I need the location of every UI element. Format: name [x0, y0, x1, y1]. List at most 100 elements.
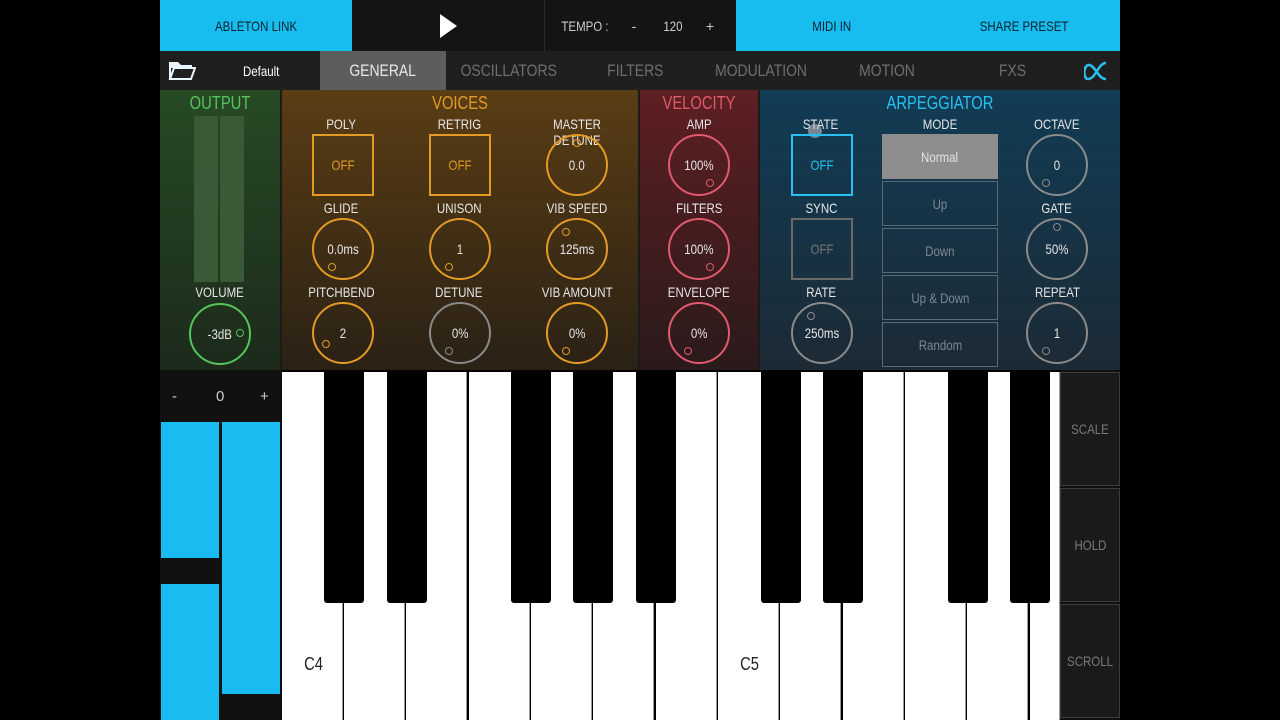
note-label-c4: C4 [304, 654, 323, 674]
vib-amount-knob[interactable]: 0% [546, 302, 608, 364]
vib-speed-knob[interactable]: 125ms [546, 218, 608, 280]
vib-amount-label: VIB AMOUNT [541, 284, 613, 300]
octave-down-button[interactable]: - [172, 388, 177, 405]
arp-state-toggle[interactable]: OFF [791, 134, 853, 196]
ableton-link-button[interactable]: ABLETON LINK [160, 0, 352, 51]
play-button[interactable] [352, 0, 544, 51]
mode-down-button[interactable]: Down [882, 228, 998, 273]
black-key-cs4[interactable] [324, 370, 364, 603]
scale-button[interactable]: SCALE [1060, 372, 1120, 486]
black-key-as4[interactable] [636, 370, 676, 603]
output-meter-right [220, 116, 244, 282]
pitch-wheel-upper[interactable] [161, 422, 219, 558]
tab-modulation[interactable]: MODULATION [698, 51, 824, 90]
velocity-filters-indicator [706, 263, 714, 271]
glide-knob[interactable]: 0.0ms [312, 218, 374, 280]
repeat-label: REPEAT [1034, 284, 1080, 300]
arp-sync-toggle[interactable]: OFF [791, 218, 853, 280]
tempo-label: TEMPO : [561, 17, 609, 34]
vib-speed-indicator [562, 228, 570, 236]
volume-label: VOLUME [195, 284, 245, 300]
unison-knob[interactable]: 1 [429, 218, 491, 280]
sync-label: SYNC [805, 200, 837, 216]
tab-filters[interactable]: FILTERS [572, 51, 698, 90]
black-key-fs5[interactable] [948, 370, 988, 603]
tempo-increase-button[interactable]: + [704, 18, 716, 34]
voices-panel: VOICES POLY OFF RETRIG OFF MASTER DETUNE… [282, 90, 638, 370]
unison-label: UNISON [436, 200, 482, 216]
amp-indicator [706, 179, 714, 187]
output-panel: OUTPUT VOLUME -3dB [160, 90, 280, 370]
gate-indicator [1053, 223, 1061, 231]
pitchbend-label: PITCHBEND [307, 284, 375, 300]
black-key-fs4[interactable] [511, 370, 551, 603]
black-key-cs5[interactable] [761, 370, 801, 603]
share-preset-button[interactable]: SHARE PRESET [928, 0, 1120, 51]
ableton-link-label: ABLETON LINK [214, 17, 298, 34]
piano-keyboard: C4 C5 [282, 370, 1060, 720]
black-key-ds4[interactable] [387, 370, 427, 603]
octave-up-button[interactable]: + [260, 388, 269, 405]
share-preset-label: SHARE PRESET [979, 17, 1069, 34]
mode-random-button[interactable]: Random [882, 322, 998, 367]
gate-label: GATE [1041, 200, 1073, 216]
vib-amount-indicator [562, 347, 570, 355]
arpeggiator-title: ARPEGGIATOR [886, 93, 994, 113]
velocity-title: VELOCITY [662, 93, 736, 113]
poly-toggle[interactable]: OFF [312, 134, 374, 196]
vib-speed-label: VIB SPEED [546, 200, 608, 216]
scroll-button[interactable]: SCROLL [1060, 604, 1120, 718]
keyboard-side-buttons: SCALE HOLD SCROLL [1060, 370, 1120, 720]
mode-up-button[interactable]: Up [882, 181, 998, 226]
play-icon [440, 13, 457, 38]
amp-knob[interactable]: 100% [668, 134, 730, 196]
pitchbend-indicator [322, 340, 330, 348]
app-logo-icon[interactable] [1084, 59, 1110, 83]
velocity-filters-knob[interactable]: 100% [668, 218, 730, 280]
rate-knob[interactable]: 250ms [791, 302, 853, 364]
retrig-toggle[interactable]: OFF [429, 134, 491, 196]
glide-label: GLIDE [323, 200, 359, 216]
volume-value: -3dB [207, 326, 233, 342]
tab-fxs[interactable]: FXS [950, 51, 1076, 90]
gate-knob[interactable]: 50% [1026, 218, 1088, 280]
hold-button[interactable]: HOLD [1060, 488, 1120, 602]
tab-motion[interactable]: MOTION [824, 51, 950, 90]
volume-knob-indicator [236, 329, 244, 337]
volume-knob[interactable]: -3dB [189, 303, 251, 365]
tempo-control: TEMPO : - 120 + [544, 0, 736, 51]
mode-normal-button[interactable]: Normal [882, 134, 998, 179]
glide-indicator [328, 263, 336, 271]
preset-name[interactable]: Default [220, 51, 302, 90]
detune-indicator [445, 347, 453, 355]
octave-knob[interactable]: 0 [1026, 134, 1088, 196]
arpeggiator-panel: ARPEGGIATOR STATE OFF SYNC OFF RATE 250m… [760, 90, 1120, 370]
mod-wheel[interactable] [222, 422, 280, 694]
tab-oscillators[interactable]: OSCILLATORS [446, 51, 572, 90]
unison-indicator [445, 263, 453, 271]
velocity-filters-label: FILTERS [675, 200, 723, 216]
tab-bar: Default GENERAL OSCILLATORS FILTERS MODU… [160, 51, 1120, 90]
poly-label: POLY [326, 116, 356, 132]
note-label-c5: C5 [740, 654, 759, 674]
pitchbend-knob[interactable]: 2 [312, 302, 374, 364]
black-key-gs5[interactable] [1010, 370, 1050, 603]
output-title: OUTPUT [189, 93, 251, 113]
envelope-knob[interactable]: 0% [668, 302, 730, 364]
black-key-ds5[interactable] [823, 370, 863, 603]
tab-general[interactable]: GENERAL [320, 51, 446, 90]
pitch-wheel-lower[interactable] [161, 584, 219, 720]
detune-label: DETUNE [435, 284, 483, 300]
tempo-decrease-button[interactable]: - [628, 18, 640, 34]
repeat-knob[interactable]: 1 [1026, 302, 1088, 364]
folder-icon[interactable] [168, 58, 196, 82]
mode-up-down-button[interactable]: Up & Down [882, 275, 998, 320]
master-detune-knob[interactable]: 0.0 [546, 134, 608, 196]
top-bar: ABLETON LINK TEMPO : - 120 + MIDI IN SHA… [160, 0, 1120, 51]
black-key-gs4[interactable] [573, 370, 613, 603]
midi-in-button[interactable]: MIDI IN [736, 0, 928, 51]
octave-indicator [1042, 179, 1050, 187]
velocity-panel: VELOCITY AMP 100% FILTERS 100% ENVELOPE … [640, 90, 758, 370]
detune-knob[interactable]: 0% [429, 302, 491, 364]
envelope-label: ENVELOPE [668, 284, 730, 300]
